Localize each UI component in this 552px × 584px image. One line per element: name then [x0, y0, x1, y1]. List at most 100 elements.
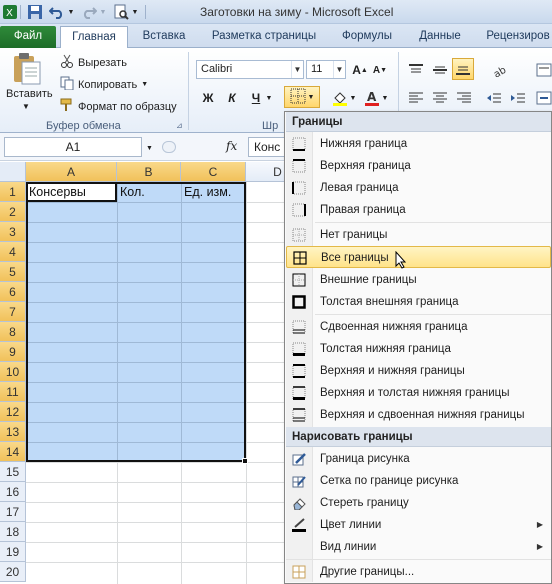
row-header[interactable]: 15 — [0, 462, 26, 482]
row-header[interactable]: 12 — [0, 402, 26, 422]
selected-range[interactable] — [26, 182, 246, 462]
menu-item-more-borders[interactable]: Другие границы... — [286, 561, 551, 583]
name-box[interactable]: A1 — [4, 137, 142, 157]
borders-button[interactable]: ▼ — [284, 86, 320, 108]
column-header-a[interactable]: A — [26, 162, 117, 182]
menu-item-draw-border[interactable]: Граница рисунка — [286, 448, 551, 470]
name-box-dropdown-icon[interactable]: ▼ — [146, 145, 153, 152]
paste-dropdown-icon[interactable]: ▼ — [22, 102, 30, 111]
increase-indent-icon[interactable] — [508, 88, 528, 108]
row-header[interactable]: 2 — [0, 202, 26, 222]
undo-dropdown-icon[interactable]: ▼ — [66, 3, 76, 21]
copy-button[interactable]: Копировать ▼ — [60, 76, 148, 93]
row-header[interactable]: 1 — [0, 182, 26, 202]
menu-item-thick-box-border[interactable]: Толстая внешняя граница — [286, 291, 551, 313]
menu-item-bottom-border[interactable]: Нижняя граница — [286, 133, 551, 155]
row-header[interactable]: 18 — [0, 522, 26, 542]
align-center-icon[interactable] — [430, 88, 450, 108]
tab-page-layout[interactable]: Разметка страницы — [200, 26, 328, 48]
fill-color-dropdown-icon[interactable]: ▼ — [348, 88, 358, 108]
menu-item-double-bottom-border[interactable]: Сдвоенная нижняя граница — [286, 316, 551, 338]
cell-b1[interactable]: Кол. — [120, 182, 145, 202]
menu-item-right-border[interactable]: Правая граница — [286, 199, 551, 221]
font-name-dropdown-icon[interactable]: ▼ — [291, 61, 303, 78]
format-painter-button[interactable]: Формат по образцу — [60, 98, 177, 115]
formula-bar-splitter[interactable] — [162, 141, 176, 153]
font-name-combo[interactable]: Calibri ▼ — [196, 60, 304, 79]
tab-home[interactable]: Главная — [60, 26, 128, 49]
row-header[interactable]: 13 — [0, 422, 26, 442]
align-left-icon[interactable] — [406, 88, 426, 108]
row-header[interactable]: 10 — [0, 362, 26, 382]
row-header[interactable]: 17 — [0, 502, 26, 522]
insert-function-icon[interactable]: fx — [226, 139, 237, 153]
align-bottom-icon[interactable] — [452, 58, 474, 80]
menu-item-outside-borders[interactable]: Внешние границы — [286, 269, 551, 291]
menu-item-line-color[interactable]: Цвет линии ▶ — [286, 514, 551, 536]
row-header[interactable]: 3 — [0, 222, 26, 242]
tab-formulas[interactable]: Формулы — [334, 26, 400, 48]
cut-button[interactable]: Вырезать — [60, 54, 127, 71]
print-preview-icon[interactable] — [112, 3, 130, 21]
row-header[interactable]: 7 — [0, 302, 26, 322]
row-header[interactable]: 8 — [0, 322, 26, 342]
font-color-dropdown-icon[interactable]: ▼ — [380, 88, 390, 108]
row-header[interactable]: 9 — [0, 342, 26, 362]
menu-item-top-thick-bottom-border[interactable]: Верхняя и толстая нижняя границы — [286, 382, 551, 404]
menu-item-top-double-bottom-border[interactable]: Верхняя и сдвоенная нижняя границы — [286, 404, 551, 426]
increase-font-icon[interactable]: A ▲ — [350, 60, 370, 80]
undo-icon[interactable] — [48, 3, 66, 21]
font-size-combo[interactable]: 11 ▼ — [306, 60, 346, 79]
font-color-icon[interactable]: A — [362, 88, 382, 108]
copy-dropdown-icon[interactable]: ▼ — [141, 81, 148, 88]
fill-handle[interactable] — [242, 458, 248, 464]
tab-file[interactable]: Файл — [0, 26, 56, 48]
paste-icon[interactable] — [10, 52, 46, 86]
column-header-b[interactable]: B — [117, 162, 181, 182]
underline-button[interactable]: Ч — [246, 88, 266, 108]
menu-item-draw-border-grid[interactable]: Сетка по границе рисунка — [286, 470, 551, 492]
paste-button[interactable]: Вставить — [6, 88, 53, 100]
text-orientation-icon[interactable]: ab — [490, 60, 510, 80]
decrease-font-icon[interactable]: A ▼ — [370, 60, 390, 80]
align-top-icon[interactable] — [406, 60, 426, 80]
italic-button[interactable]: К — [222, 88, 242, 108]
row-header[interactable]: 5 — [0, 262, 26, 282]
menu-item-thick-bottom-border[interactable]: Толстая нижняя граница — [286, 338, 551, 360]
menu-item-no-border[interactable]: Нет границы — [286, 224, 551, 246]
decrease-indent-icon[interactable] — [484, 88, 504, 108]
column-header-c[interactable]: C — [181, 162, 246, 182]
menu-item-left-border[interactable]: Левая граница — [286, 177, 551, 199]
tab-data[interactable]: Данные — [408, 26, 472, 48]
fill-color-icon[interactable] — [330, 88, 350, 108]
save-icon[interactable] — [26, 3, 44, 21]
menu-item-top-bottom-border[interactable]: Верхняя и нижняя границы — [286, 360, 551, 382]
underline-dropdown-icon[interactable]: ▼ — [264, 88, 274, 108]
cell-a1[interactable]: Консервы — [29, 182, 86, 202]
row-header[interactable]: 6 — [0, 282, 26, 302]
excel-logo-icon[interactable]: X — [2, 3, 18, 21]
row-header[interactable]: 20 — [0, 562, 26, 582]
tab-insert[interactable]: Вставка — [134, 26, 194, 48]
align-right-icon[interactable] — [454, 88, 474, 108]
row-header[interactable]: 19 — [0, 542, 26, 562]
font-size-dropdown-icon[interactable]: ▼ — [333, 61, 345, 78]
cell-c1[interactable]: Ед. изм. — [184, 182, 231, 202]
row-header[interactable]: 11 — [0, 382, 26, 402]
bold-button[interactable]: Ж — [198, 88, 218, 108]
row-header[interactable]: 16 — [0, 482, 26, 502]
row-header[interactable]: 14 — [0, 442, 26, 462]
tab-review[interactable]: Рецензиров — [480, 26, 552, 48]
select-all-corner[interactable] — [0, 162, 26, 182]
redo-icon[interactable] — [80, 3, 98, 21]
merge-center-icon[interactable] — [534, 88, 552, 108]
menu-item-all-borders[interactable]: Все границы — [286, 246, 551, 269]
wrap-text-icon[interactable] — [534, 60, 552, 80]
row-header[interactable]: 4 — [0, 242, 26, 262]
menu-item-erase-border[interactable]: Стереть границу — [286, 492, 551, 514]
clipboard-launcher-icon[interactable]: ⊿ — [176, 121, 183, 130]
qat-customize-icon[interactable]: ▼ — [130, 3, 140, 21]
menu-item-top-border[interactable]: Верхняя граница — [286, 155, 551, 177]
redo-dropdown-icon[interactable]: ▼ — [98, 3, 108, 21]
align-middle-icon[interactable] — [430, 60, 450, 80]
